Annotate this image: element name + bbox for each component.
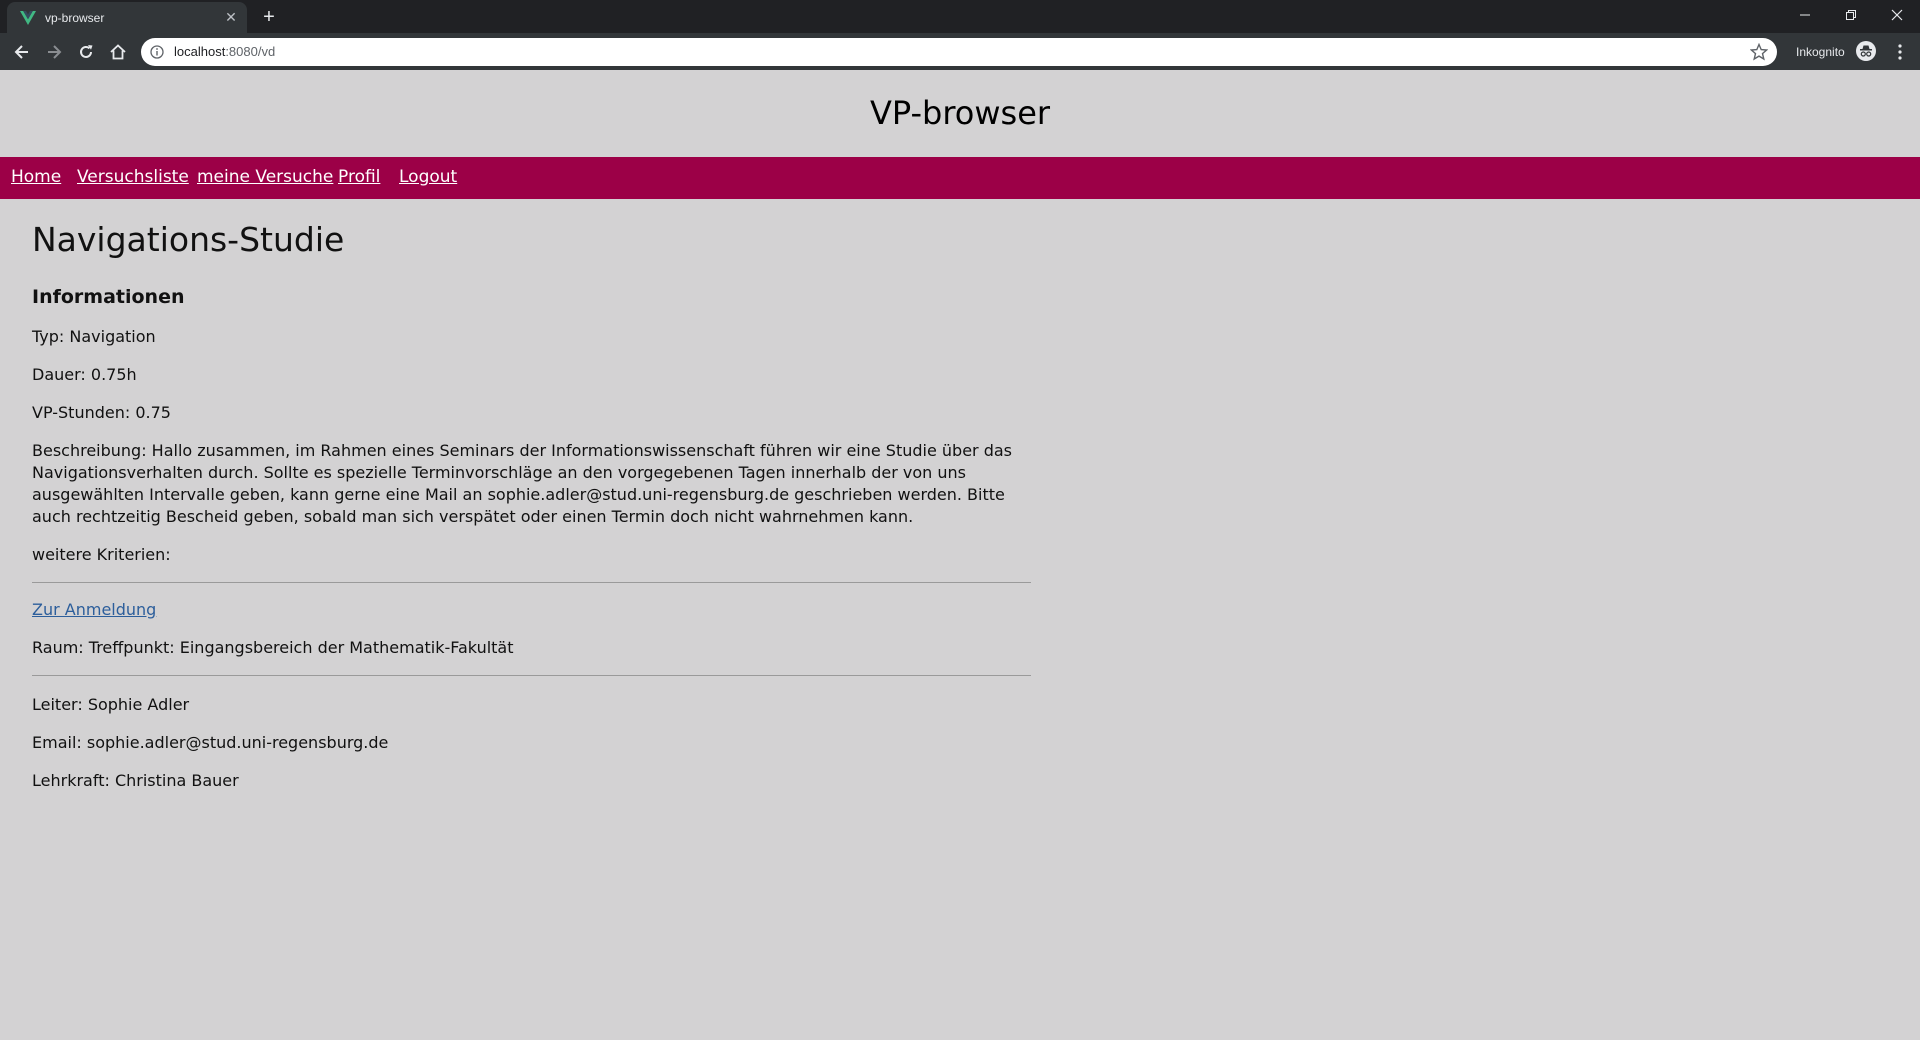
arrow-right-icon[interactable] xyxy=(41,39,67,65)
nav-link-versuchsliste[interactable]: Versuchsliste xyxy=(77,167,189,187)
study-vp-hours: VP-Stunden: 0.75 xyxy=(32,403,171,422)
study-teacher: Lehrkraft: Christina Bauer xyxy=(32,771,239,790)
vue-logo-icon xyxy=(20,10,36,26)
arrow-left-icon[interactable] xyxy=(9,39,35,65)
tab-title: vp-browser xyxy=(45,10,105,25)
address-bar[interactable]: localhost:8080/vd xyxy=(141,38,1777,66)
nav-link-meine-versuche[interactable]: meine Versuche xyxy=(197,167,333,187)
study-leader: Leiter: Sophie Adler xyxy=(32,695,190,714)
web-page: VP-browser Home Versuchsliste meine Vers… xyxy=(0,70,1920,1040)
browser-toolbar: localhost:8080/vd Inkognito xyxy=(0,33,1920,70)
url-host: localhost xyxy=(174,44,226,59)
main-navbar: Home Versuchsliste meine Versuche Profil… xyxy=(0,157,1920,199)
nav-link-profil[interactable]: Profil xyxy=(338,167,380,187)
study-room: Raum: Treffpunkt: Eingangsbereich der Ma… xyxy=(32,638,514,657)
reload-icon[interactable] xyxy=(73,39,99,65)
registration-link[interactable]: Zur Anmeldung xyxy=(32,600,156,619)
minimize-icon[interactable] xyxy=(1782,0,1828,30)
site-title: VP-browser xyxy=(869,94,1051,132)
study-description: Beschreibung: Hallo zusammen, im Rahmen … xyxy=(32,441,1013,526)
study-criteria: weitere Kriterien: xyxy=(32,545,171,564)
browser-tab-strip: vp-browser ✕ + xyxy=(0,0,1920,33)
section-heading-informationen: Informationen xyxy=(32,286,185,308)
restore-icon[interactable] xyxy=(1828,0,1874,30)
study-email: Email: sophie.adler@stud.uni-regensburg.… xyxy=(32,733,389,752)
incognito-icon[interactable] xyxy=(1856,41,1876,61)
study-type: Typ: Navigation xyxy=(32,327,156,346)
nav-link-logout[interactable]: Logout xyxy=(399,167,457,187)
nav-link-home[interactable]: Home xyxy=(11,167,61,187)
kebab-menu-icon[interactable] xyxy=(1892,42,1908,62)
incognito-label: Inkognito xyxy=(1796,45,1845,59)
star-icon[interactable] xyxy=(1749,42,1769,61)
close-window-icon[interactable] xyxy=(1874,0,1920,30)
home-icon[interactable] xyxy=(105,39,131,65)
url-path: :8080/vd xyxy=(225,44,276,59)
study-details: Navigations-Studie Informationen Typ: Na… xyxy=(32,220,1031,792)
divider xyxy=(32,582,1031,583)
info-icon[interactable] xyxy=(150,45,164,59)
close-icon[interactable]: ✕ xyxy=(223,9,239,26)
divider xyxy=(32,675,1031,676)
url-text: localhost:8080/vd xyxy=(174,44,275,59)
study-title: Navigations-Studie xyxy=(32,220,345,259)
browser-tab[interactable]: vp-browser ✕ xyxy=(7,2,247,33)
plus-icon[interactable]: + xyxy=(258,7,280,29)
study-duration: Dauer: 0.75h xyxy=(32,365,137,384)
